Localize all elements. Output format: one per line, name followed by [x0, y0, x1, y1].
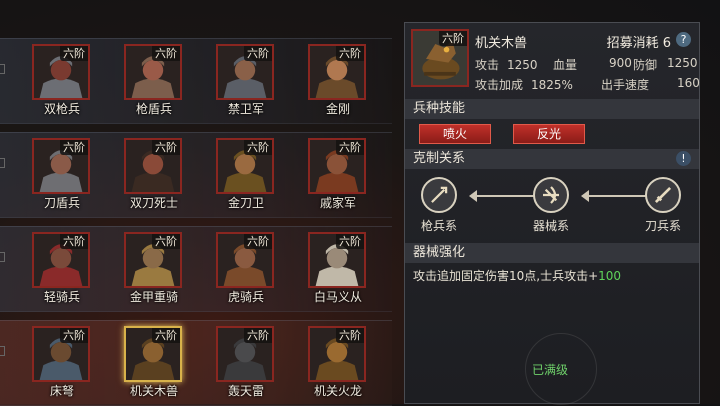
row-edge-marker: [0, 158, 5, 168]
rank-badge: 六阶: [152, 234, 180, 249]
unit-card[interactable]: 六阶刀盾兵: [30, 136, 94, 212]
rank-badge: 六阶: [244, 234, 272, 249]
rank-badge: 六阶: [60, 46, 88, 61]
skill-fire[interactable]: 喷火: [419, 124, 491, 144]
counter-label-spear: 枪兵系: [420, 219, 457, 233]
row-edge-marker: [0, 252, 5, 262]
rank-badge: 六阶: [244, 140, 272, 155]
stat-attack-bonus: 攻击加成 1825%: [475, 78, 573, 92]
row-edge-marker: [0, 64, 5, 74]
sword-icon: [645, 177, 681, 213]
counter-label-machine: 器械系: [532, 219, 569, 233]
skill-reflect[interactable]: 反光: [513, 124, 585, 144]
rank-badge: 六阶: [336, 328, 364, 343]
detail-unit-title: 机关木兽: [475, 36, 528, 51]
stat-speed: 出手速度: [601, 78, 650, 92]
unit-name: 双刀死士: [129, 196, 178, 210]
unit-card[interactable]: 六阶金刀卫: [214, 136, 278, 212]
unit-portrait: 六阶: [216, 138, 274, 194]
rank-badge: 六阶: [60, 328, 88, 343]
enhance-description: 攻击追加固定伤害10点,士兵攻击+100: [413, 269, 622, 283]
unit-name: 刀盾兵: [43, 196, 80, 210]
counter-arrow: [469, 190, 535, 202]
unit-name: 床弩: [49, 384, 74, 398]
unit-name: 轰天雷: [227, 384, 264, 398]
unit-card[interactable]: 六阶禁卫军: [214, 42, 278, 118]
unit-name: 白马义从: [313, 290, 362, 304]
counter-label-blade: 刀兵系: [644, 219, 681, 233]
rank-badge: 六阶: [244, 328, 272, 343]
unit-card[interactable]: 六阶轻骑兵: [30, 230, 94, 306]
unit-name: 禁卫军: [227, 102, 264, 116]
rank-badge: 六阶: [152, 140, 180, 155]
rank-badge: 六阶: [60, 140, 88, 155]
unit-portrait: 六阶: [124, 326, 182, 382]
skills-section-title: 兵种技能: [405, 99, 699, 119]
row-edge-marker: [0, 346, 5, 356]
unit-card[interactable]: 六阶机关木兽: [122, 324, 186, 400]
unit-portrait: 六阶: [124, 232, 182, 288]
unit-name: 虎骑兵: [227, 290, 264, 304]
unit-portrait: 六阶: [216, 44, 274, 100]
counter-info-icon[interactable]: !: [676, 151, 691, 166]
stat-speed-value: 160: [677, 76, 700, 90]
unit-portrait: 六阶: [32, 44, 90, 100]
rank-badge: 六阶: [152, 46, 180, 61]
unit-card[interactable]: 六阶轰天雷: [214, 324, 278, 400]
unit-name: 轻骑兵: [43, 290, 80, 304]
unit-card[interactable]: 六阶金甲重骑: [122, 230, 186, 306]
unit-card[interactable]: 六阶虎骑兵: [214, 230, 278, 306]
rank-badge: 六阶: [60, 234, 88, 249]
spear-icon: [421, 177, 457, 213]
rank-badge: 六阶: [336, 46, 364, 61]
unit-card[interactable]: 六阶枪盾兵: [122, 42, 186, 118]
unit-portrait: 六阶: [216, 232, 274, 288]
unit-card[interactable]: 六阶床弩: [30, 324, 94, 400]
detail-rank-badge: 六阶: [439, 31, 467, 46]
counter-arrow: [581, 190, 647, 202]
enhance-section-title: 器械强化: [405, 243, 699, 263]
unit-detail-panel: 六阶 机关木兽 招募消耗 6 ? 攻击 1250 血量 900 防御 1250 攻…: [404, 22, 700, 405]
rank-badge: 六阶: [244, 46, 272, 61]
unit-portrait: 六阶: [308, 326, 366, 382]
detail-portrait: 六阶: [411, 29, 469, 87]
unit-card[interactable]: 六阶白马义从: [306, 230, 370, 306]
recruit-cost: 招募消耗 6: [606, 36, 671, 51]
stat-hp: 血量: [553, 58, 578, 72]
stat-hp-value: 900: [609, 56, 632, 70]
unit-portrait: 六阶: [124, 138, 182, 194]
unit-name: 枪盾兵: [135, 102, 172, 116]
unit-name: 金刀卫: [227, 196, 264, 210]
unit-portrait: 六阶: [216, 326, 274, 382]
unit-card[interactable]: 六阶双刀死士: [122, 136, 186, 212]
unit-portrait: 六阶: [308, 138, 366, 194]
unit-portrait: 六阶: [32, 138, 90, 194]
stat-attack: 攻击 1250: [475, 58, 538, 72]
unit-name: 双枪兵: [43, 102, 80, 116]
unit-portrait: 六阶: [124, 44, 182, 100]
rank-badge: 六阶: [336, 140, 364, 155]
max-level-status: 已满级: [531, 363, 568, 377]
counter-section-title: 克制关系 !: [405, 149, 699, 169]
unit-name: 金刚: [325, 102, 350, 116]
unit-name: 机关火龙: [313, 384, 362, 398]
stat-def: 防御: [633, 58, 658, 72]
unit-card[interactable]: 六阶金刚: [306, 42, 370, 118]
stat-def-value: 1250: [667, 56, 698, 70]
unit-name: 金甲重骑: [129, 290, 178, 304]
unit-card[interactable]: 六阶机关火龙: [306, 324, 370, 400]
unit-name: 戚家军: [319, 196, 356, 210]
rank-badge: 六阶: [152, 328, 180, 343]
crossbow-icon: [533, 177, 569, 213]
rank-badge: 六阶: [336, 234, 364, 249]
help-icon[interactable]: ?: [676, 32, 691, 47]
unit-card[interactable]: 六阶双枪兵: [30, 42, 94, 118]
unit-portrait: 六阶: [308, 232, 366, 288]
unit-card[interactable]: 六阶戚家军: [306, 136, 370, 212]
unit-portrait: 六阶: [32, 326, 90, 382]
unit-portrait: 六阶: [308, 44, 366, 100]
unit-portrait: 六阶: [32, 232, 90, 288]
unit-name: 机关木兽: [129, 384, 178, 398]
